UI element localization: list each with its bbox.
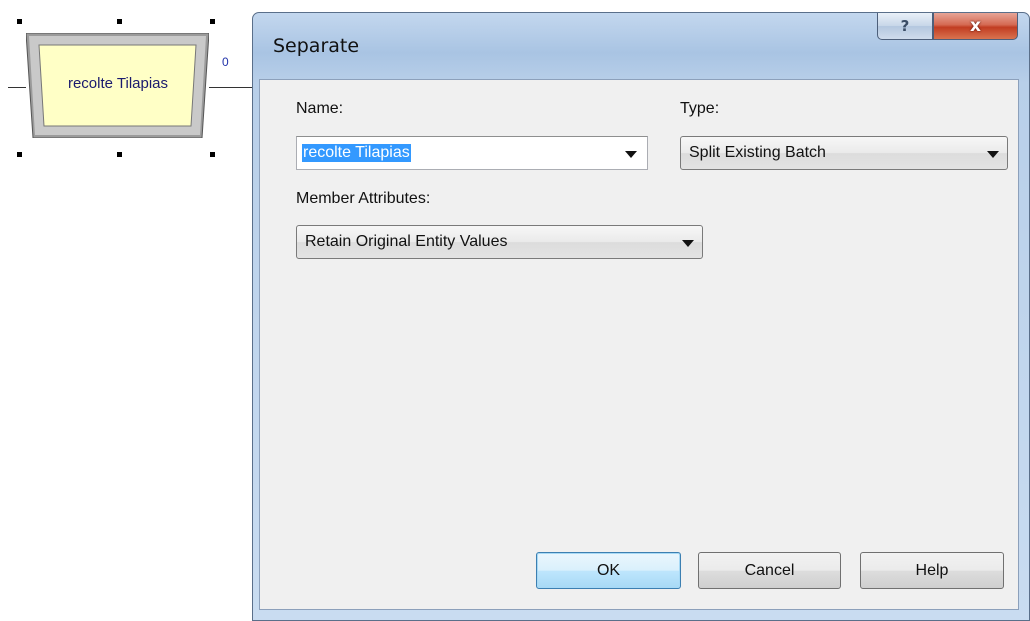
selection-handle[interactable] <box>117 19 122 24</box>
dropdown-arrow-icon[interactable] <box>625 151 637 158</box>
port-count-label: 0 <box>222 55 229 69</box>
selection-handle[interactable] <box>17 19 22 24</box>
selection-handle[interactable] <box>210 152 215 157</box>
help-icon[interactable]: ? <box>877 13 933 40</box>
member-attributes-label: Member Attributes: <box>296 190 431 207</box>
selection-handle[interactable] <box>210 19 215 24</box>
outgoing-connector[interactable] <box>209 87 252 88</box>
separate-module[interactable]: recolte Tilapias <box>26 33 209 138</box>
ok-button[interactable]: OK <box>536 552 681 589</box>
incoming-connector[interactable] <box>8 87 26 88</box>
name-value[interactable]: recolte Tilapias <box>302 144 411 162</box>
dropdown-arrow-icon[interactable] <box>987 151 999 158</box>
type-label: Type: <box>680 100 720 117</box>
name-label: Name: <box>296 100 344 117</box>
member-attributes-select[interactable]: Retain Original Entity Values <box>296 225 703 259</box>
help-button[interactable]: Help <box>860 552 1004 589</box>
cancel-button[interactable]: Cancel <box>698 552 841 589</box>
dropdown-arrow-icon[interactable] <box>682 240 694 247</box>
separate-dialog: Separate ? x Name: Type: recolte Tilapia… <box>252 12 1030 621</box>
dialog-title: Separate <box>273 35 360 57</box>
dialog-body: Name: Type: recolte Tilapias Split Exist… <box>259 79 1019 610</box>
member-attributes-value: Retain Original Entity Values <box>305 233 508 250</box>
type-select[interactable]: Split Existing Batch <box>680 136 1008 170</box>
module-label: recolte Tilapias <box>67 75 169 92</box>
selection-handle[interactable] <box>17 152 22 157</box>
type-value: Split Existing Batch <box>689 144 826 161</box>
close-icon[interactable]: x <box>933 13 1018 40</box>
name-combo[interactable]: recolte Tilapias <box>296 136 648 170</box>
selection-handle[interactable] <box>117 152 122 157</box>
